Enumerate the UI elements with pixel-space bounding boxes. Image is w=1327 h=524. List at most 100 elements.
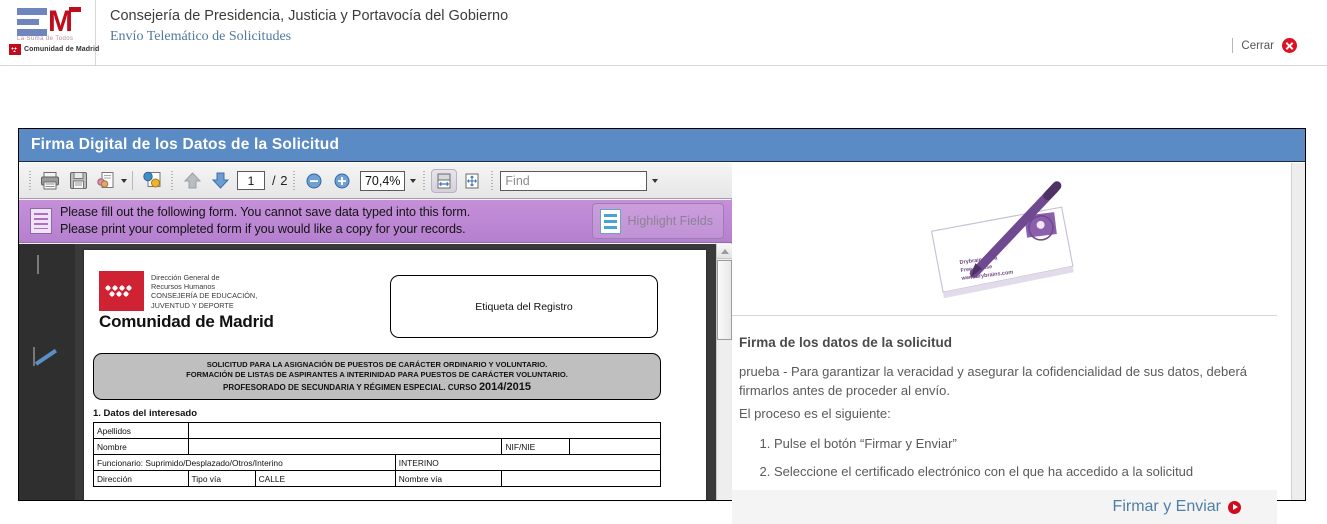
form-notification-text: Please fill out the following form. You … (60, 204, 470, 238)
info-divider (732, 315, 1277, 316)
logo-line-3: CONSEJERÍA DE EDUCACIÓN, (151, 291, 258, 301)
toolbar-divider (132, 171, 133, 190)
page-number-input[interactable]: 1 (237, 171, 265, 190)
arrow-down-icon (211, 172, 229, 189)
previous-page-button[interactable] (179, 169, 205, 193)
zoom-level-input[interactable]: 70,4% (359, 170, 406, 191)
pdf-page-canvas: Dirección General de Recursos Humanos CO… (84, 250, 706, 500)
tipovia-label: Tipo vía (187, 470, 256, 487)
signatures-panel-button[interactable] (33, 347, 61, 374)
arrow-right-circle-icon[interactable] (1228, 500, 1241, 514)
secure-document-button[interactable] (139, 169, 165, 193)
pages-panel-button[interactable] (33, 255, 61, 282)
logo-e-glyph (17, 8, 47, 36)
fit-page-button[interactable] (459, 169, 485, 193)
pdf-header-logo: Dirección General de Recursos Humanos CO… (99, 271, 257, 311)
form-notification-bar: Please fill out the following form. You … (19, 200, 732, 243)
tipovia-value[interactable]: CALLE (254, 470, 396, 487)
table-row: Dirección Tipo vía CALLE Nombre vía (93, 470, 661, 487)
pdf-scroll-up-button[interactable] (717, 244, 732, 259)
fit-page-icon (465, 173, 479, 188)
chevron-down-icon[interactable] (121, 178, 127, 183)
close-icon[interactable] (1282, 38, 1297, 53)
find-input[interactable]: Find (500, 170, 648, 191)
solicitud-line-2: FORMACIÓN DE LISTAS DE ASPIRANTES A INTE… (186, 370, 568, 380)
funcionario-value[interactable]: INTERINO (394, 454, 662, 471)
pdf-document-area: Dirección General de Recursos Humanos CO… (19, 244, 732, 500)
email-document-button[interactable] (93, 169, 119, 193)
next-page-button[interactable] (207, 169, 233, 193)
toolbar-grip (29, 170, 31, 191)
nombre-label: Nombre (93, 438, 189, 455)
pages-thumbnail-icon (37, 255, 39, 274)
pdf-viewer: 1 / 2 70,4% Find Please fill out the fol… (19, 163, 732, 500)
highlight-fields-icon (599, 208, 621, 234)
zoom-in-button[interactable] (329, 169, 355, 193)
toolbar-grip-3 (292, 170, 295, 191)
notification-line-1: Please fill out the following form. You … (60, 205, 471, 219)
pdf-toolbar: 1 / 2 70,4% Find (19, 163, 732, 199)
solicitud-curso-year: 2014/2015 (478, 380, 531, 393)
fit-width-icon (437, 173, 451, 188)
notification-line-2: Please print your completed form if you … (60, 222, 466, 236)
direccion-label: Dirección (93, 470, 189, 487)
pdf-navigation-sidebar (19, 244, 75, 500)
pdf-comunidad-madrid-label: Comunidad de Madrid (99, 312, 274, 331)
logo-line-2: Recursos Humanos (151, 282, 216, 292)
table-row: Funcionario: Suprimido/Desplazado/Otros/… (93, 454, 662, 471)
pdf-scroll-column: Dirección General de Recursos Humanos CO… (75, 244, 732, 500)
nif-field[interactable] (568, 438, 662, 455)
datos-interesado-table: Apellidos Nombre NIF/NIE Funcionario: Su… (93, 422, 662, 487)
solicitud-line-3: PROFESORADO DE SECUNDARIA Y RÉGIMEN ESPE… (223, 380, 531, 394)
apellidos-field[interactable] (187, 422, 661, 439)
header-divider (0, 65, 1327, 66)
sign-and-send-bar: Firmar y Enviar (732, 490, 1277, 524)
printer-icon (41, 172, 59, 190)
logo-region-label: Comunidad de Madrid (24, 46, 100, 53)
toolbar-grip-4 (423, 170, 426, 191)
nombre-field[interactable] (187, 438, 503, 455)
pdf-scrollbar-thumb[interactable] (717, 260, 732, 340)
signature-pen-icon (33, 347, 35, 366)
etiqueta-registro-label: Etiqueta del Registro (475, 300, 573, 313)
pdf-logo-text: Dirección General de Recursos Humanos CO… (151, 271, 257, 311)
solicitud-title-box: SOLICITUD PARA LA ASIGNACIÓN DE PUESTOS … (93, 353, 661, 400)
close-control[interactable]: Cerrar (1232, 38, 1297, 53)
zoom-out-button[interactable] (301, 169, 327, 193)
chevron-up-icon (720, 248, 729, 254)
toolbar-grip-5 (491, 170, 494, 191)
find-placeholder-label: Find (505, 173, 530, 188)
print-button[interactable] (37, 169, 63, 193)
highlight-fields-label: Highlight Fields (627, 214, 713, 228)
highlight-fields-button[interactable]: Highlight Fields (591, 203, 724, 239)
chevron-down-icon (409, 178, 416, 183)
pdf-vertical-scrollbar[interactable] (716, 244, 732, 500)
find-dropdown-button[interactable] (647, 178, 661, 183)
search-panel-button[interactable] (33, 302, 61, 328)
nombrevia-field[interactable] (501, 470, 661, 487)
zoom-dropdown-button[interactable] (406, 178, 418, 183)
page-header: M La Suma de Todos Comunidad de Madrid C… (0, 0, 1327, 66)
panel-body: 1 / 2 70,4% Find Please fill out the fol… (19, 163, 1305, 524)
page-subtitle: Envío Telemático de Solicitudes (110, 29, 292, 44)
logo-region: Comunidad de Madrid (9, 44, 99, 55)
logo-line-1: Dirección General de (151, 273, 220, 282)
list-item: Pulse el botón “Firmar y Enviar” (774, 430, 1193, 458)
form-document-icon (30, 208, 52, 234)
nif-label: NIF/NIE (501, 438, 570, 455)
info-panel-scrollbar[interactable] (1291, 163, 1305, 500)
signature-heading: Firma de los datos de la solicitud (739, 335, 953, 350)
madrid-stars-icon (99, 271, 144, 311)
zoom-out-icon (306, 173, 322, 188)
funcionario-label: Funcionario: Suprimido/Desplazado/Otros/… (93, 454, 396, 471)
chevron-down-icon (651, 178, 658, 183)
solicitud-line-1: SOLICITUD PARA LA ASIGNACIÓN DE PUESTOS … (206, 359, 548, 369)
close-separator (1232, 38, 1234, 53)
toolbar-grip-2 (171, 170, 173, 191)
fit-width-button[interactable] (431, 168, 458, 193)
save-button[interactable] (65, 169, 91, 193)
close-label[interactable]: Cerrar (1241, 40, 1274, 52)
panel-title: Firma Digital de los Datos de la Solicit… (19, 129, 1305, 162)
logo-tm-bar (69, 7, 81, 12)
signature-paragraph-2: El proceso es el siguiente: (739, 406, 891, 421)
